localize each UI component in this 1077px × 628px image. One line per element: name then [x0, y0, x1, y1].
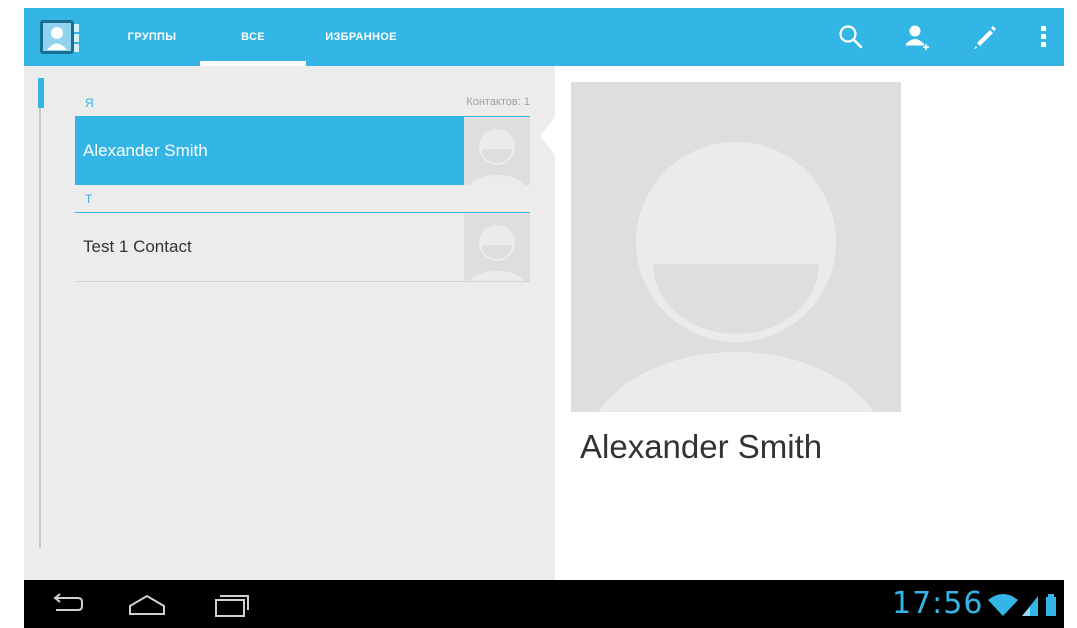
contact-row-alexander-smith[interactable]: Alexander Smith: [75, 117, 530, 185]
wifi-icon: [988, 594, 1018, 616]
contact-name: Test 1 Contact: [83, 237, 192, 256]
section-header-t: T: [75, 188, 530, 213]
section-header-ya: Я Контактов: 1: [75, 92, 530, 117]
contact-detail-name: Alexander Smith: [580, 428, 823, 465]
contacts-app-icon[interactable]: [38, 18, 82, 56]
system-navigation-bar: 17:56: [24, 580, 1064, 628]
contact-row-test-1-contact[interactable]: Test 1 Contact: [75, 213, 530, 282]
tab-favorites[interactable]: ИЗБРАННОЕ: [306, 8, 416, 66]
tab-groups[interactable]: ГРУППЫ: [102, 8, 202, 66]
battery-icon: [1046, 594, 1056, 616]
search-icon[interactable]: [836, 22, 866, 52]
contact-name: Alexander Smith: [83, 141, 208, 160]
contact-photo-placeholder-icon: [464, 213, 530, 281]
tab-all[interactable]: ВСЕ: [200, 8, 306, 66]
home-icon[interactable]: [124, 588, 170, 620]
section-letter: Я: [85, 96, 94, 110]
fast-scroll-track[interactable]: [39, 78, 41, 548]
section-letter: T: [85, 192, 93, 206]
fast-scroll-thumb[interactable]: [38, 78, 44, 108]
edit-icon[interactable]: [968, 22, 998, 52]
signal-icon: [1022, 596, 1038, 616]
selection-indicator-arrow: [540, 116, 556, 156]
contact-photo-placeholder-icon: [464, 117, 530, 185]
contact-list-panel[interactable]: Я Контактов: 1 Alexander Smith T Test 1 …: [24, 66, 555, 580]
contact-photo-placeholder-icon: [571, 82, 901, 412]
contact-detail-panel: Alexander Smith: [555, 66, 1064, 580]
overflow-menu-icon[interactable]: [1036, 22, 1050, 52]
action-bar: ГРУППЫ ВСЕ ИЗБРАННОЕ: [24, 8, 1064, 66]
contacts-app-window: ГРУППЫ ВСЕ ИЗБРАННОЕ Я Контактов: 1 Alex…: [24, 8, 1064, 628]
recent-apps-icon[interactable]: [208, 588, 254, 620]
status-clock: 17:56: [892, 586, 984, 621]
contacts-count-label: Контактов: 1: [466, 96, 530, 108]
back-icon[interactable]: [44, 588, 90, 620]
add-contact-icon[interactable]: [902, 22, 932, 52]
